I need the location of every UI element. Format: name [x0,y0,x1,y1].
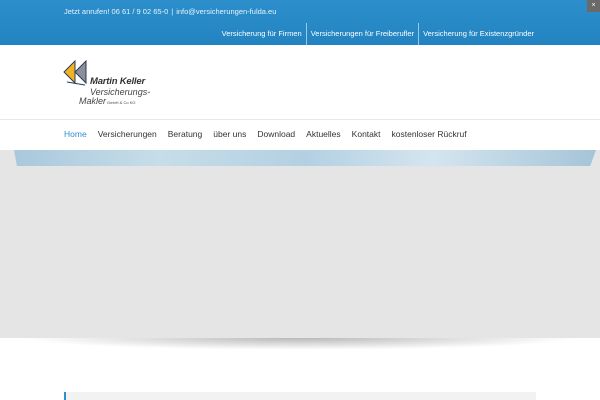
toplink-existenzgruender[interactable]: Versicherung für Existenzgründer [418,23,538,45]
nav-item-aktuelles[interactable]: Aktuelles [306,120,341,148]
company-logo[interactable]: Martin Keller Versicherungs- MaklerGmbH … [63,60,163,108]
nav-item-download[interactable]: Download [257,120,295,148]
nav-item-ueber-uns[interactable]: über uns [213,120,246,148]
slider-image-strip [14,150,596,166]
hero-slider[interactable] [0,150,600,338]
top-links: Versicherung für Firmen Versicherungen f… [218,23,538,45]
contact-info: Jetzt anrufen! 06 61 / 9 02 65-0 | info@ve… [64,7,276,16]
logo-makler: Makler [79,96,107,106]
logo-name: Martin Keller [90,76,145,87]
content-box [64,392,536,400]
top-bar: Jetzt anrufen! 06 61 / 9 02 65-0 | info@ve… [0,0,600,45]
logo-arrows-icon [63,60,87,86]
phone-text[interactable]: Jetzt anrufen! 06 61 / 9 02 65-0 [64,7,168,16]
logo-line3: MaklerGmbH & Co KG [79,96,135,106]
main-nav: Home Versicherungen Beratung über uns Do… [0,119,600,151]
logo-suffix: GmbH & Co KG [107,100,136,105]
nav-item-kontakt[interactable]: Kontakt [352,120,381,148]
slider-shadow [20,338,580,350]
toplink-firmen[interactable]: Versicherung für Firmen [218,23,306,45]
toplink-freiberufler[interactable]: Versicherungen für Freiberufler [305,23,418,45]
close-icon[interactable]: × [587,0,600,12]
nav-item-rueckruf[interactable]: kostenloser Rückruf [392,120,467,148]
email-link[interactable]: info@versicherungen-fulda.eu [176,7,276,16]
nav-item-versicherungen[interactable]: Versicherungen [98,120,157,148]
nav-item-beratung[interactable]: Beratung [168,120,203,148]
nav-item-home[interactable]: Home [64,120,87,148]
contact-separator: | [171,7,174,16]
